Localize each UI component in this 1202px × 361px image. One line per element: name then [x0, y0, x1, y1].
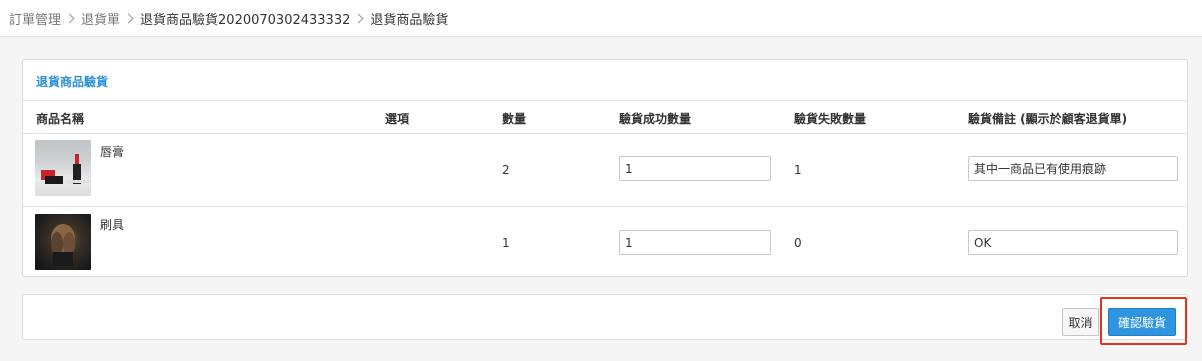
card-title: 退貨商品驗貨 — [36, 75, 109, 89]
product-quantity: 1 — [502, 236, 510, 250]
fail-quantity: 1 — [794, 163, 802, 177]
ok-quantity-input[interactable] — [619, 156, 771, 181]
cancel-button[interactable]: 取消 — [1062, 308, 1099, 336]
top-bar: 訂單管理 退貨單 退貨商品驗貨2020070302433332 退貨商品驗貨 — [0, 0, 1202, 37]
divider — [23, 100, 1187, 101]
breadcrumb-item-current: 退貨商品驗貨 — [370, 13, 449, 28]
product-name: 刷具 — [100, 218, 125, 232]
breadcrumb-item-return-order[interactable]: 退貨商品驗貨2020070302433332 — [140, 9, 350, 28]
action-bar — [22, 294, 1188, 340]
header-fail-quantity: 驗貨失敗數量 — [794, 112, 867, 126]
breadcrumb: 訂單管理 退貨單 退貨商品驗貨2020070302433332 退貨商品驗貨 — [9, 9, 448, 28]
header-note: 驗貨備註 (顯示於顧客退貨單) — [968, 112, 1128, 126]
chevron-right-icon — [353, 13, 364, 24]
note-input[interactable] — [968, 230, 1178, 255]
chevron-right-icon — [64, 13, 75, 24]
ok-quantity-input[interactable] — [619, 230, 771, 255]
confirm-inspection-button[interactable]: 確認驗貨 — [1108, 308, 1176, 336]
breadcrumb-item-returns[interactable]: 退貨單 — [81, 9, 120, 28]
divider — [23, 206, 1187, 207]
note-input[interactable] — [968, 156, 1178, 181]
fail-quantity: 0 — [794, 236, 802, 250]
product-thumbnail — [35, 140, 91, 196]
breadcrumb-item-orders[interactable]: 訂單管理 — [9, 9, 61, 28]
header-option: 選項 — [385, 112, 410, 126]
product-name: 唇膏 — [100, 145, 125, 159]
inspection-card: 退貨商品驗貨 商品名稱 選項 數量 驗貨成功數量 驗貨失敗數量 驗貨備註 (顯示… — [22, 59, 1188, 277]
product-quantity: 2 — [502, 163, 510, 177]
header-product-name: 商品名稱 — [36, 112, 85, 126]
header-ok-quantity: 驗貨成功數量 — [619, 112, 692, 126]
product-thumbnail — [35, 214, 91, 270]
divider — [23, 133, 1187, 134]
chevron-right-icon — [123, 13, 134, 24]
header-quantity: 數量 — [502, 112, 527, 126]
